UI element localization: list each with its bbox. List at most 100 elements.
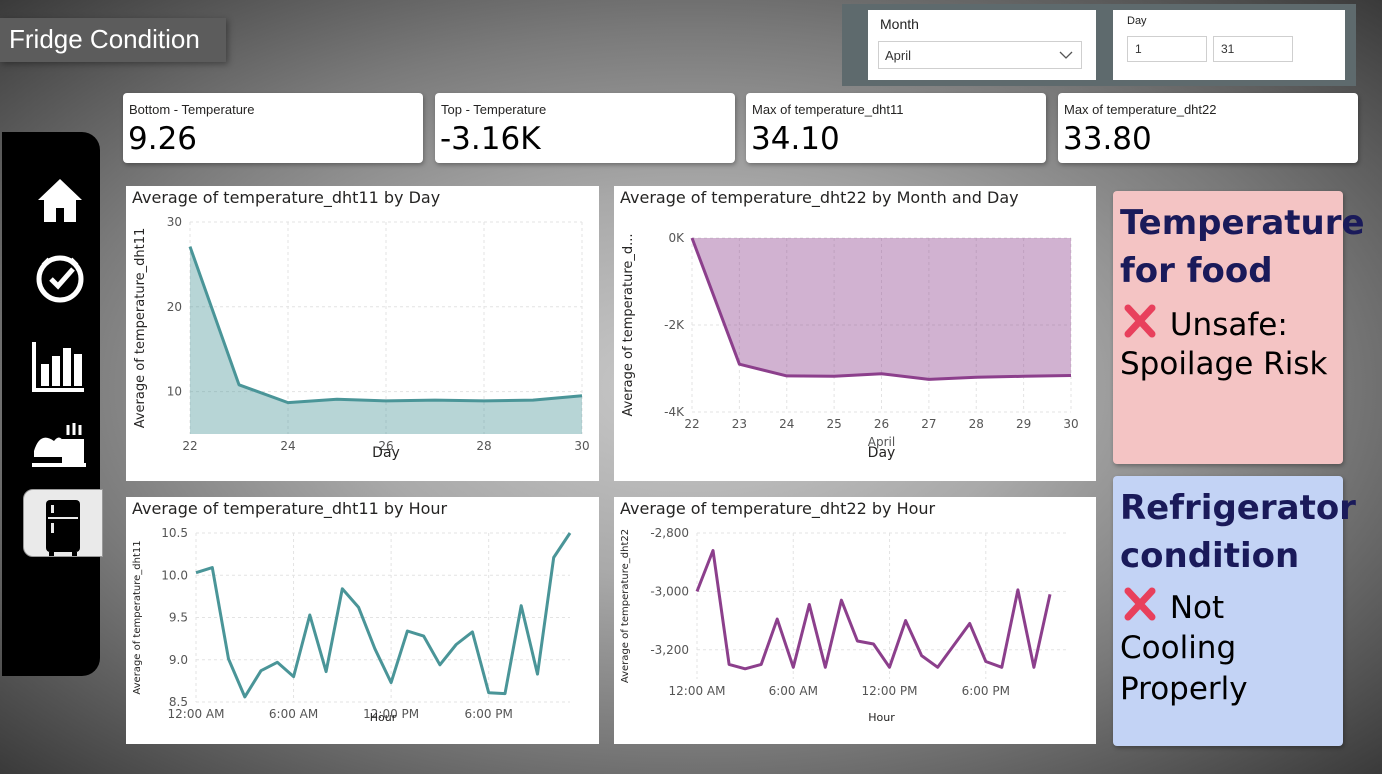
card-label: Max of temperature_dht22: [1064, 102, 1217, 117]
y-tick-label: -4K: [664, 405, 685, 419]
x-axis-label: Day: [868, 445, 896, 461]
nav-food[interactable]: [30, 415, 90, 475]
chart-dht22-by-month-day[interactable]: Average of temperature_dht22 by Month an…: [614, 186, 1096, 481]
y-tick-label: 30: [167, 215, 182, 229]
fridge-status-title-2: condition: [1120, 536, 1300, 576]
x-tick-label: 12:00 PM: [862, 684, 918, 698]
nav-home[interactable]: [30, 170, 90, 230]
food-status-title-1: Temperature: [1120, 203, 1365, 243]
cross-mark-icon: [1124, 587, 1156, 621]
y-axis-label: Average of temperature_dht22: [620, 529, 631, 683]
x-tick-label: 29: [1016, 417, 1031, 431]
nav-fridge[interactable]: [23, 489, 103, 557]
fridge-status-panel: Refrigerator condition Not Cooling Prope…: [1113, 476, 1356, 746]
food-status-title-2: for food: [1120, 251, 1273, 291]
cross-mark-icon: [1124, 304, 1156, 338]
x-tick-label: 25: [826, 417, 841, 431]
home-icon: [38, 179, 82, 222]
card-max-dht11: Max of temperature_dht11 34.10: [746, 93, 1046, 163]
day-from-input[interactable]: 1: [1127, 36, 1207, 62]
x-tick-label: 6:00 AM: [769, 684, 818, 698]
x-axis-label: Day: [372, 445, 400, 461]
chart-dht11-by-day[interactable]: Average of temperature_dht11 by Day 30 20…: [126, 186, 599, 481]
y-tick-label: 10.5: [161, 526, 188, 540]
chart-svg: -2,800 -3,000 -3,200 12:00 AM 6:00 AM 12:00 P…: [620, 526, 1066, 724]
fridge-status-line-1: Not: [1120, 586, 1224, 629]
y-tick-label: -3,000: [650, 584, 689, 598]
y-tick-label: -3,200: [650, 643, 689, 657]
food-status-text-2: Spoilage Risk: [1120, 346, 1328, 382]
series-area: [692, 238, 1071, 380]
y-tick-label: 0K: [668, 231, 685, 245]
card-value: 33.80: [1063, 121, 1152, 157]
day-to-input[interactable]: 31: [1213, 36, 1293, 62]
x-tick-label: 30: [574, 439, 589, 453]
chart-dht11-by-hour[interactable]: Average of temperature_dht11 by Hour 10.…: [126, 497, 599, 744]
x-tick-label: 23: [732, 417, 747, 431]
fridge-status-text-1: Not: [1169, 590, 1225, 626]
title-banner: Fridge Condition: [0, 18, 226, 62]
month-slicer: Month April: [868, 10, 1096, 80]
chevron-down-icon: [1059, 51, 1073, 59]
food-icon: [32, 423, 86, 467]
x-axis-label: Hour: [370, 711, 397, 724]
y-tick-label: 10: [167, 385, 182, 399]
food-status-panel: Temperature for food Unsafe: Spoilage Ri…: [1113, 191, 1365, 464]
card-top-temperature: Top - Temperature -3.16K: [435, 93, 735, 163]
fridge-icon: [46, 500, 80, 556]
side-nav: [2, 132, 103, 676]
nav-timer[interactable]: [30, 249, 90, 309]
card-value: 34.10: [751, 121, 840, 157]
x-tick-label: 27: [921, 417, 936, 431]
x-tick-label: 28: [969, 417, 984, 431]
food-status-line-1: Unsafe:: [1120, 303, 1288, 346]
y-axis-label: Average of temperature_dht11: [133, 228, 148, 429]
fridge-status-text-3: Properly: [1120, 671, 1248, 707]
month-label: Month: [880, 16, 919, 32]
month-dropdown[interactable]: April: [878, 41, 1082, 69]
series-area: [190, 246, 582, 434]
chart-dht22-by-hour[interactable]: Average of temperature_dht22 by Hour -2,…: [614, 497, 1096, 744]
x-tick-label: 6:00 PM: [465, 707, 513, 721]
day-label: Day: [1127, 15, 1147, 27]
month-value: April: [885, 48, 912, 63]
food-status-text-1: Unsafe:: [1169, 307, 1288, 343]
series-line: [195, 532, 572, 699]
nav-analytics[interactable]: [30, 336, 90, 396]
fridge-status-text-2: Cooling: [1120, 630, 1237, 666]
chart-svg: 30201022 24 26 28 30DayAverage of temperatur…: [133, 215, 590, 461]
y-tick-label: 9.5: [169, 611, 188, 625]
y-tick-label: -2,800: [650, 526, 689, 540]
x-tick-label: 24: [280, 439, 295, 453]
x-tick-label: 24: [779, 417, 794, 431]
x-tick-label: 28: [476, 439, 491, 453]
x-tick-label: 12:00 AM: [669, 684, 726, 698]
day-to-value: 31: [1221, 42, 1235, 56]
card-bottom-temperature: Bottom - Temperature 9.26: [123, 93, 423, 163]
card-label: Bottom - Temperature: [129, 102, 255, 117]
x-tick-label: 6:00 AM: [269, 707, 318, 721]
y-tick-label: -2K: [664, 318, 685, 332]
card-max-dht22: Max of temperature_dht22 33.80: [1058, 93, 1358, 163]
day-from-value: 1: [1135, 42, 1142, 56]
chart-svg: 10.510.09.59.08.512:00 AM 6:00 AM 12:00 PM…: [132, 526, 572, 724]
clock-check-icon: [36, 255, 84, 303]
x-tick-label: 22: [182, 439, 197, 453]
x-tick-label: 12:00 AM: [168, 707, 225, 721]
x-tick-label: 22: [684, 417, 699, 431]
app-title: Fridge Condition: [9, 24, 200, 54]
day-slicer: Day 1 31: [1113, 10, 1345, 80]
card-label: Max of temperature_dht11: [752, 102, 904, 117]
y-tick-label: 10.0: [161, 568, 188, 582]
card-label: Top - Temperature: [441, 102, 547, 117]
fridge-status-title-1: Refrigerator: [1120, 488, 1356, 528]
x-axis-label: Hour: [868, 711, 895, 724]
x-tick-label: 26: [874, 417, 889, 431]
bar-chart-icon: [32, 342, 84, 392]
x-tick-label: 30: [1063, 417, 1078, 431]
card-value: -3.16K: [440, 121, 541, 157]
chart-svg: 0K-2K-4K22 23 24 25 26 27 28 29 30AprilDayAverag…: [621, 231, 1079, 461]
series-line: [695, 549, 1052, 671]
card-value: 9.26: [128, 121, 198, 157]
y-tick-label: 20: [167, 300, 182, 314]
